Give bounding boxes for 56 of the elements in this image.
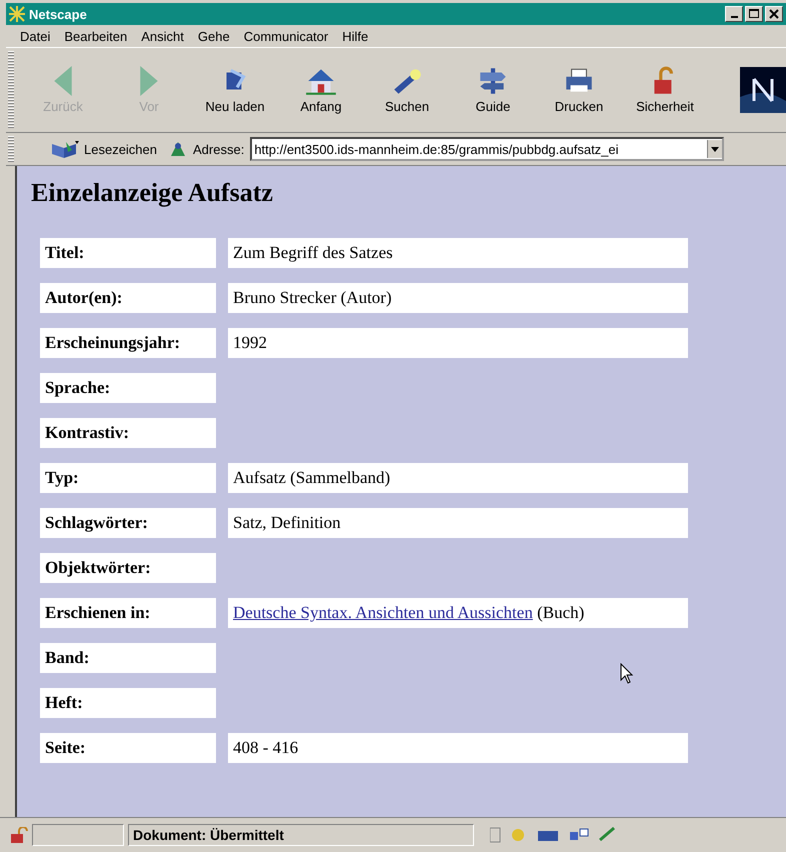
- padlock-icon[interactable]: [10, 827, 28, 843]
- toolbar-grip[interactable]: [8, 136, 14, 162]
- minimize-button[interactable]: [725, 6, 743, 22]
- field-label: Kontrastiv:: [40, 418, 216, 448]
- field-label: Sprache:: [40, 373, 216, 403]
- menu-item[interactable]: Bearbeiten: [64, 28, 128, 44]
- app-icon: [9, 6, 25, 22]
- toolbar-button[interactable]: Guide: [450, 66, 536, 114]
- menu-item[interactable]: Communicator: [244, 28, 328, 44]
- field-value: Bruno Strecker (Autor): [228, 283, 688, 313]
- toolbar-button[interactable]: Suchen: [364, 66, 450, 114]
- field-label: Autor(en):: [40, 283, 216, 313]
- field-label: Seite:: [40, 733, 216, 763]
- field-value-note: (Buch): [537, 603, 584, 622]
- maximize-button[interactable]: [745, 6, 763, 22]
- close-button[interactable]: [765, 6, 783, 22]
- logo-icon: [740, 67, 786, 113]
- field-label: Schlagwörter:: [40, 508, 216, 538]
- toolbar-grip[interactable]: [8, 51, 14, 129]
- page-heading: Einzelanzeige Aufsatz: [31, 178, 274, 208]
- field-label: Erscheinungsjahr:: [40, 328, 216, 358]
- toolbar-button[interactable]: Neu laden: [192, 66, 278, 114]
- field-value: Satz, Definition: [228, 508, 688, 538]
- address-label: Adresse:: [193, 142, 244, 156]
- book-link[interactable]: Deutsche Syntax. Ansichten und Aussichten: [233, 603, 533, 622]
- bookmarks-button[interactable]: Lesezeichen: [44, 139, 163, 159]
- right-arrow-icon: [140, 66, 158, 96]
- field-label: Heft:: [40, 688, 216, 718]
- left-arrow-icon: [54, 66, 72, 96]
- maximize-icon: [749, 9, 759, 19]
- dropdown-button[interactable]: [707, 140, 722, 158]
- page-proxy-icon[interactable]: [169, 140, 187, 158]
- minimize-icon: [730, 16, 738, 18]
- toolbar-button[interactable]: Anfang: [278, 66, 364, 114]
- field-value: 408 - 416: [228, 733, 688, 763]
- status-text: Dokument: Übermittelt: [128, 824, 474, 846]
- caret-icon: [711, 146, 720, 152]
- address-field[interactable]: http://ent3500.ids-mannheim.de:85/grammis/pubbdg.aufsatz_ei: [250, 137, 724, 161]
- toolbar-button[interactable]: Drucken: [536, 66, 622, 114]
- window-title: Netscape: [29, 6, 88, 22]
- menu-item[interactable]: Ansicht: [141, 28, 184, 44]
- menu-item[interactable]: Datei: [20, 28, 50, 44]
- field-label: Typ:: [40, 463, 216, 493]
- field-label: Titel:: [40, 238, 216, 268]
- field-value: Aufsatz (Sammelband): [228, 463, 688, 493]
- field-value: Zum Begriff des Satzes: [228, 238, 688, 268]
- toolbar-button[interactable]: Sicherheit: [622, 66, 708, 114]
- menu-item[interactable]: Gehe: [198, 28, 230, 44]
- bookmark-icon: [50, 140, 80, 158]
- field-label: Band:: [40, 643, 216, 673]
- field-value: 1992: [228, 328, 688, 358]
- menu-item[interactable]: Hilfe: [342, 28, 368, 44]
- cursor-icon: [620, 663, 634, 685]
- close-icon: [769, 9, 779, 19]
- field-label: Erschienen in:: [40, 598, 216, 628]
- field-label: Objektwörter:: [40, 553, 216, 583]
